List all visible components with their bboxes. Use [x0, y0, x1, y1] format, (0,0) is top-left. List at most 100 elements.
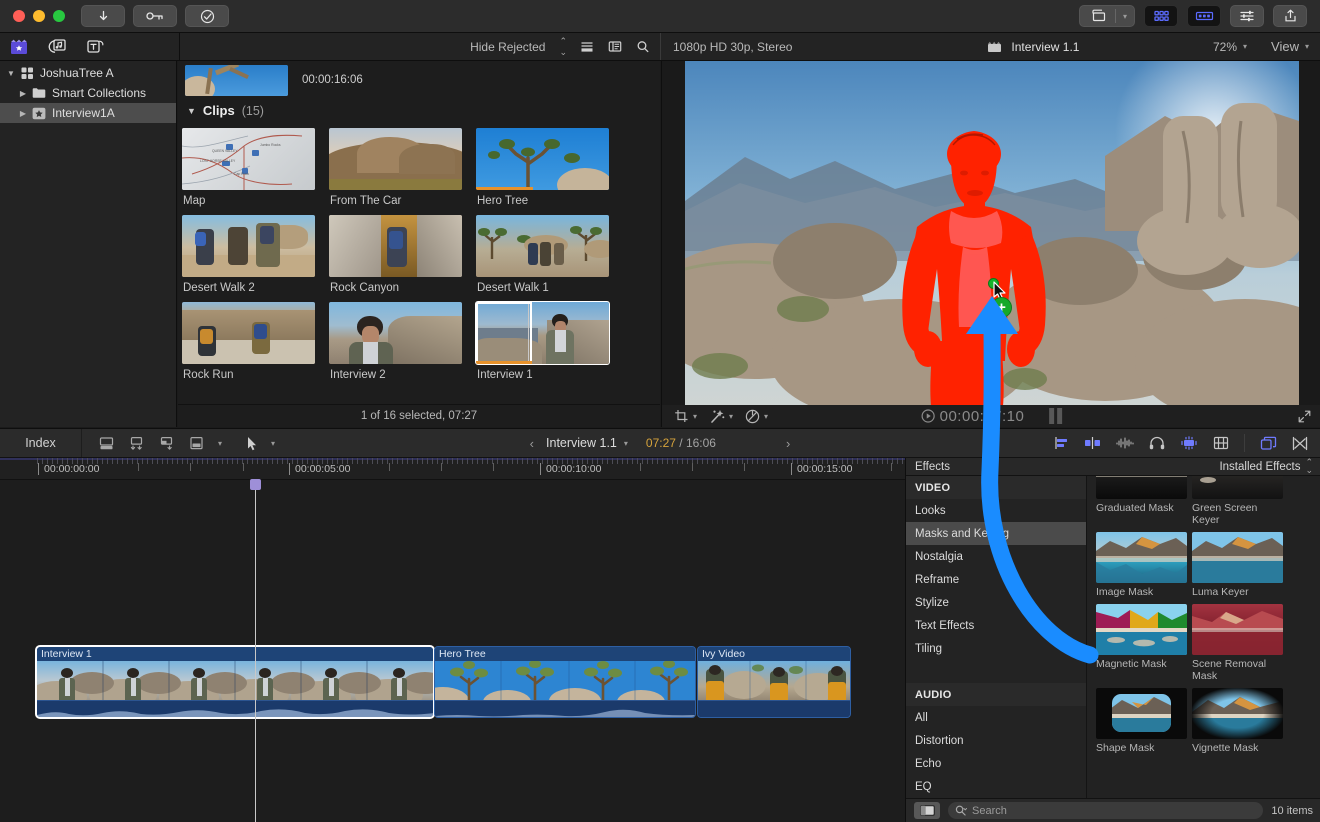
solo-icon[interactable] — [1180, 436, 1198, 450]
clip-cell[interactable]: Desert Walk 2 — [182, 215, 322, 294]
library-icon[interactable] — [10, 38, 29, 55]
timeline-playhead[interactable] — [255, 480, 256, 822]
headphones-icon[interactable] — [1149, 436, 1165, 450]
clip-thumbnail-selected[interactable] — [476, 302, 609, 364]
effect-item[interactable]: Graduated Mask — [1096, 476, 1192, 526]
chevron-down-icon[interactable]: ▾ — [1243, 42, 1247, 51]
timeline-panel[interactable]: 00:00:00:00 00:00:05:00 00:00:10:00 00:0… — [0, 458, 905, 822]
search-icon[interactable] — [636, 40, 650, 53]
chevron-down-icon[interactable]: ▾ — [1116, 6, 1134, 26]
effect-item[interactable]: Scene Removal Mask — [1192, 604, 1288, 682]
disclosure-triangle-icon[interactable]: ▶ — [16, 89, 30, 98]
clip-cell[interactable]: Interview 1 — [476, 302, 616, 381]
effects-category-stylize[interactable]: Stylize — [906, 591, 1086, 614]
chevron-down-icon[interactable]: ▾ — [271, 439, 275, 448]
clips-section-header[interactable]: ▼ Clips (15) — [178, 99, 660, 122]
browser-grid-button[interactable] — [1144, 5, 1178, 27]
clip-cell[interactable]: Rock Run — [182, 302, 322, 381]
inspector-button[interactable] — [1230, 5, 1264, 27]
effect-thumbnail[interactable] — [1096, 604, 1187, 655]
timeline-clip[interactable]: Interview 1 — [36, 646, 434, 718]
minimize-button[interactable] — [33, 10, 45, 22]
sidebar-item-interview1a[interactable]: ▶ Interview1A — [0, 103, 176, 123]
effects-category-distortion[interactable]: Distortion — [906, 729, 1086, 752]
effect-item[interactable]: Luma Keyer — [1192, 532, 1288, 598]
crop-transform-icon[interactable] — [674, 409, 689, 423]
effects-category-looks[interactable]: Looks — [906, 499, 1086, 522]
effects-category-nostalgia[interactable]: Nostalgia — [906, 545, 1086, 568]
select-tool-icon[interactable] — [247, 436, 258, 451]
music-photos-icon[interactable] — [47, 38, 67, 55]
previous-project-button[interactable]: ‹ — [518, 436, 546, 451]
timeline-index-button[interactable] — [1187, 5, 1221, 27]
playback-destination-button[interactable]: ▾ — [1079, 5, 1135, 27]
sidebar-item-smart-collections[interactable]: ▶ Smart Collections — [0, 83, 176, 103]
import-media-button[interactable] — [81, 5, 125, 27]
audio-waveform-icon[interactable] — [1116, 436, 1134, 450]
effect-item[interactable]: Magnetic Mask — [1096, 604, 1192, 682]
close-button[interactable] — [13, 10, 25, 22]
effects-category-eq[interactable]: EQ — [906, 775, 1086, 798]
zoom-level-menu[interactable]: 72% — [1213, 40, 1237, 54]
sidebar-item-library[interactable]: ▼ JoshuaTree A — [0, 63, 176, 83]
overwrite-clip-icon[interactable] — [188, 436, 205, 451]
window-controls[interactable] — [13, 10, 65, 22]
effect-thumbnail[interactable] — [1192, 532, 1283, 583]
clip-thumbnail[interactable] — [329, 215, 462, 277]
effect-thumbnail[interactable] — [1192, 476, 1283, 499]
timeline-index-toggle[interactable]: Index — [0, 429, 82, 457]
color-board-icon[interactable] — [745, 409, 760, 424]
hide-rejected-menu[interactable]: Hide Rejected — [470, 40, 545, 54]
effects-items-grid[interactable]: Graduated Mask Green Screen Keyer — [1087, 476, 1320, 798]
clip-thumbnail[interactable] — [329, 302, 462, 364]
effects-search-field[interactable]: Search — [948, 802, 1263, 819]
viewer-image[interactable]: + — [685, 61, 1299, 406]
clip-thumbnail[interactable] — [182, 302, 315, 364]
effect-item[interactable]: Shape Mask — [1096, 688, 1192, 754]
clip-thumbnail[interactable] — [182, 215, 315, 277]
effect-thumbnail[interactable] — [1096, 476, 1187, 499]
timeline-ruler[interactable]: 00:00:00:00 00:00:05:00 00:00:10:00 00:0… — [0, 458, 905, 480]
timeline-project-selector[interactable]: ‹ Interview 1.1 ▾ 07:27 / 16:06 › — [518, 436, 803, 451]
chevron-down-icon[interactable]: ▾ — [764, 412, 768, 421]
connect-clip-icon[interactable] — [158, 436, 175, 451]
pause-icon[interactable] — [1049, 408, 1062, 424]
chevron-down-icon[interactable]: ▾ — [693, 412, 697, 421]
clip-cell[interactable]: From The Car — [329, 128, 469, 207]
disclosure-triangle-icon[interactable]: ▶ — [16, 109, 30, 118]
selection-range[interactable] — [476, 302, 532, 364]
audio-skimming-icon[interactable] — [1084, 436, 1101, 450]
maximize-button[interactable] — [53, 10, 65, 22]
play-circle-icon[interactable] — [921, 409, 935, 423]
timeline-clip[interactable]: Ivy Video — [697, 646, 851, 718]
effects-category-tiling[interactable]: Tiling — [906, 637, 1086, 660]
snapping-icon[interactable] — [1213, 436, 1229, 450]
clip-thumbnail[interactable] — [476, 128, 609, 190]
clip-thumbnail[interactable] — [476, 215, 609, 277]
clip-thumbnail[interactable] — [329, 128, 462, 190]
clip-cell[interactable]: Rock Canyon — [329, 215, 469, 294]
insert-clip-icon[interactable] — [128, 436, 145, 451]
filmstrip-thumbnail[interactable] — [185, 65, 288, 96]
clip-thumbnail[interactable]: QUEEN VALLEYLOST HORSE VALLEYCap RockJum… — [182, 128, 315, 190]
clip-appearance-icon[interactable] — [1292, 436, 1308, 451]
timeline-project-name[interactable]: Interview 1.1 — [546, 436, 617, 450]
playhead-handle[interactable] — [250, 479, 261, 490]
effect-thumbnail[interactable] — [1096, 688, 1187, 739]
chevron-down-icon[interactable]: ▾ — [1305, 42, 1309, 51]
effect-thumbnail[interactable] — [1192, 604, 1283, 655]
chevron-down-icon[interactable]: ▾ — [729, 412, 733, 421]
add-point-badge[interactable]: + — [991, 297, 1012, 318]
analysis-button[interactable] — [185, 5, 229, 27]
effects-category-text-effects[interactable]: Text Effects — [906, 614, 1086, 637]
effects-category-reframe[interactable]: Reframe — [906, 568, 1086, 591]
effect-item[interactable]: Vignette Mask — [1192, 688, 1288, 754]
titles-generators-icon[interactable] — [85, 38, 105, 55]
view-menu[interactable]: View — [1271, 39, 1299, 54]
share-export-button[interactable] — [1273, 5, 1307, 27]
skimming-icon[interactable] — [1052, 436, 1069, 450]
effects-category-all[interactable]: All — [906, 706, 1086, 729]
effects-wand-icon[interactable] — [709, 409, 725, 424]
duplicate-display-icon[interactable] — [1260, 436, 1277, 451]
effect-thumbnail[interactable] — [1096, 532, 1187, 583]
